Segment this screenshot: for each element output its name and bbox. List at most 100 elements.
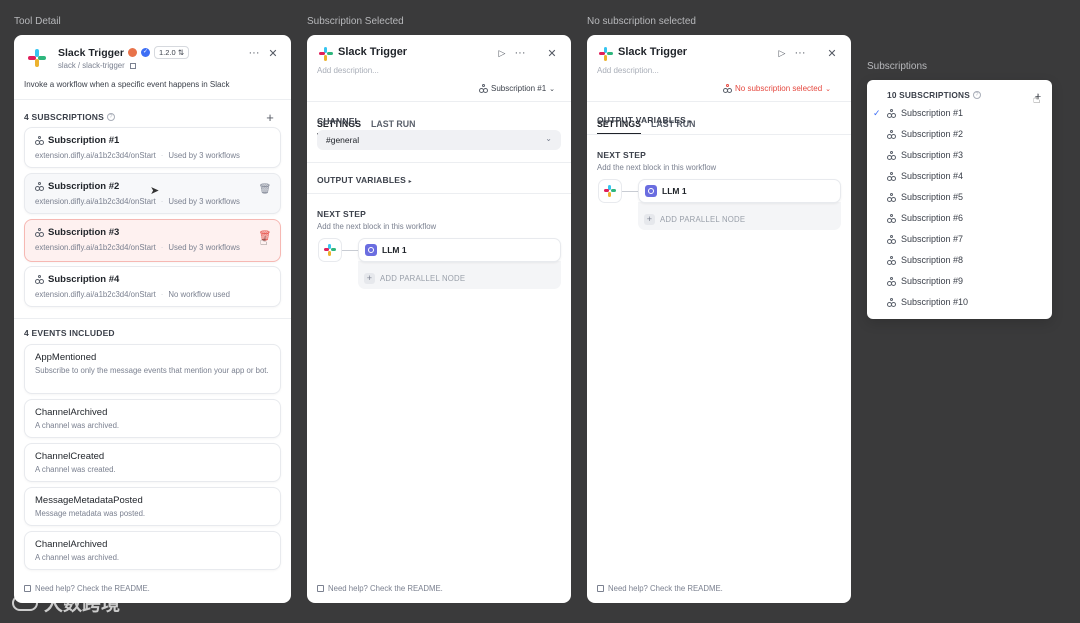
dropdown-item[interactable]: Subscription #1 xyxy=(887,108,963,118)
subscription-select[interactable]: Subscription #1 ⌄ xyxy=(479,84,555,93)
event-card: ChannelArchived A channel was archived. xyxy=(24,531,281,570)
channel-select[interactable]: #general ⌄ xyxy=(317,130,561,150)
subscription-card[interactable]: Subscription #1 extension.difly.ai/a1b2c… xyxy=(24,127,281,168)
dropdown-item[interactable]: Subscription #10 xyxy=(887,297,968,307)
version-badge[interactable]: 1.2.0 ⇅ xyxy=(153,46,190,59)
chevron-down-icon: ⌄ xyxy=(545,134,552,143)
more-icon[interactable]: ··· xyxy=(513,46,527,60)
events-heading: 4 EVENTS INCLUDED xyxy=(24,328,115,338)
subscription-icon xyxy=(35,136,44,145)
description-input[interactable]: Add description... xyxy=(597,66,659,75)
subscription-icon xyxy=(479,84,488,93)
trash-icon[interactable]: 🗑 xyxy=(258,182,272,196)
dropdown-item[interactable]: Subscription #6 xyxy=(887,213,963,223)
play-icon[interactable]: ▷ xyxy=(495,46,509,60)
divider xyxy=(307,101,571,102)
subscription-icon xyxy=(887,297,896,307)
next-step-desc: Add the next block in this workflow xyxy=(597,163,717,172)
hand-cursor-icon: ☝ xyxy=(260,234,268,248)
verified-icon: ✓ xyxy=(140,48,150,57)
output-variables-toggle[interactable]: OUTPUT VARIABLES ▸ xyxy=(317,175,412,185)
readme-icon xyxy=(597,585,604,592)
close-icon[interactable]: ✕ xyxy=(266,46,280,60)
subscription-icon xyxy=(35,182,44,191)
subscription-icon xyxy=(887,255,896,265)
checkmark-icon: ✓ xyxy=(873,108,881,118)
event-name: AppMentioned xyxy=(35,352,97,363)
divider xyxy=(307,162,571,163)
subscription-name: Subscription #1 xyxy=(48,135,120,146)
dropdown-heading: 10 SUBSCRIPTIONS xyxy=(887,90,970,100)
subscription-icon xyxy=(887,129,896,139)
subscriptions-heading: 4 SUBSCRIPTIONS xyxy=(24,112,104,122)
subscription-name: Subscription #2 xyxy=(48,181,120,192)
llm-node[interactable]: LLM 1 xyxy=(358,238,561,262)
subscription-usage: Used by 3 workflows xyxy=(168,151,240,160)
subscription-card[interactable]: Subscription #2 extension.difly.ai/a1b2c… xyxy=(24,173,281,214)
help-link[interactable]: Need help? Check the README. xyxy=(597,584,723,593)
llm-node[interactable]: LLM 1 xyxy=(638,179,841,203)
event-card: ChannelCreated A channel was created. xyxy=(24,443,281,482)
dropdown-item[interactable]: Subscription #4 xyxy=(887,171,963,181)
tool-title: Slack Trigger xyxy=(58,46,124,59)
slack-logo-icon xyxy=(604,185,616,197)
connector-line xyxy=(622,191,639,192)
description-input[interactable]: Add description... xyxy=(317,66,379,75)
dropdown-item[interactable]: Subscription #8 xyxy=(887,255,963,265)
next-step-desc: Add the next block in this workflow xyxy=(317,222,437,231)
subscription-card[interactable]: Subscription #3 extension.difly.ai/a1b2c… xyxy=(24,219,281,262)
close-icon[interactable]: ✕ xyxy=(545,46,559,60)
plus-icon: + xyxy=(364,272,375,284)
channel-label: CHANNEL xyxy=(317,116,360,126)
dropdown-item[interactable]: Subscription #3 xyxy=(887,150,963,160)
subscription-select[interactable]: No subscription selected ⌄ xyxy=(723,84,831,93)
slack-logo-icon xyxy=(324,244,336,256)
frame-label-no-subscription: No subscription selected xyxy=(587,16,696,27)
subscription-usage: Used by 3 workflows xyxy=(168,243,240,252)
dropdown-item[interactable]: Subscription #2 xyxy=(887,129,963,139)
close-icon[interactable]: ✕ xyxy=(825,46,839,60)
subscription-card[interactable]: Subscription #4 extension.difly.ai/a1b2c… xyxy=(24,266,281,307)
connector-line xyxy=(342,250,359,251)
slack-logo-icon xyxy=(28,49,46,67)
llm-icon xyxy=(645,185,657,197)
subscription-icon xyxy=(723,84,732,93)
dropdown-item[interactable]: Subscription #7 xyxy=(887,234,963,244)
subscription-url: extension.difly.ai/a1b2c3d4/onStart xyxy=(35,197,156,206)
add-subscription-button[interactable]: + xyxy=(263,110,277,125)
no-subscription-panel: Slack Trigger ▷ ··· ✕ Add description...… xyxy=(587,35,851,603)
output-variables-toggle[interactable]: OUTPUT VARIABLES ▸ xyxy=(597,115,692,125)
dropdown-item[interactable]: Subscription #5 xyxy=(887,192,963,202)
subscriptions-dropdown: 10 SUBSCRIPTIONS ? + ☝ ✓ Subscription #1… xyxy=(867,80,1052,319)
dropdown-item[interactable]: Subscription #9 xyxy=(887,276,963,286)
subscription-url: extension.difly.ai/a1b2c3d4/onStart xyxy=(35,243,156,252)
partner-badge-icon xyxy=(127,48,137,57)
watermark-text: 大数跨境 xyxy=(44,594,121,615)
subscription-usage: Used by 3 workflows xyxy=(168,197,240,206)
mouse-pointer-icon: ➤ xyxy=(150,185,160,197)
help-link[interactable]: Need help? Check the README. xyxy=(317,584,443,593)
subscription-selected-panel: Slack Trigger ▷ ··· ✕ Add description...… xyxy=(307,35,571,603)
add-parallel-node-button[interactable]: + ADD PARALLEL NODE xyxy=(358,261,561,289)
tool-description: Invoke a workflow when a specific event … xyxy=(24,80,230,89)
divider xyxy=(587,134,851,135)
chevron-down-icon: ⌄ xyxy=(825,85,832,93)
event-card: MessageMetadataPosted Message metadata w… xyxy=(24,487,281,526)
tool-path: slack / slack-trigger xyxy=(58,61,125,70)
watermark-logo-icon xyxy=(12,594,38,611)
subscription-icon xyxy=(887,213,896,223)
frame-label-subscriptions: Subscriptions xyxy=(867,61,928,72)
add-parallel-node-button[interactable]: + ADD PARALLEL NODE xyxy=(638,202,841,230)
more-icon[interactable]: ··· xyxy=(793,46,807,60)
more-icon[interactable]: ··· xyxy=(247,46,261,60)
info-icon: ? xyxy=(972,91,981,99)
slack-logo-icon xyxy=(599,47,613,61)
node-title[interactable]: Slack Trigger xyxy=(338,46,407,58)
chevron-down-icon: ⌄ xyxy=(549,85,556,93)
play-icon[interactable]: ▷ xyxy=(775,46,789,60)
event-desc: Message metadata was posted. xyxy=(35,509,146,518)
plus-icon: + xyxy=(644,213,655,225)
subscription-icon xyxy=(35,228,44,237)
slack-logo-icon xyxy=(319,47,333,61)
node-title[interactable]: Slack Trigger xyxy=(618,46,687,58)
